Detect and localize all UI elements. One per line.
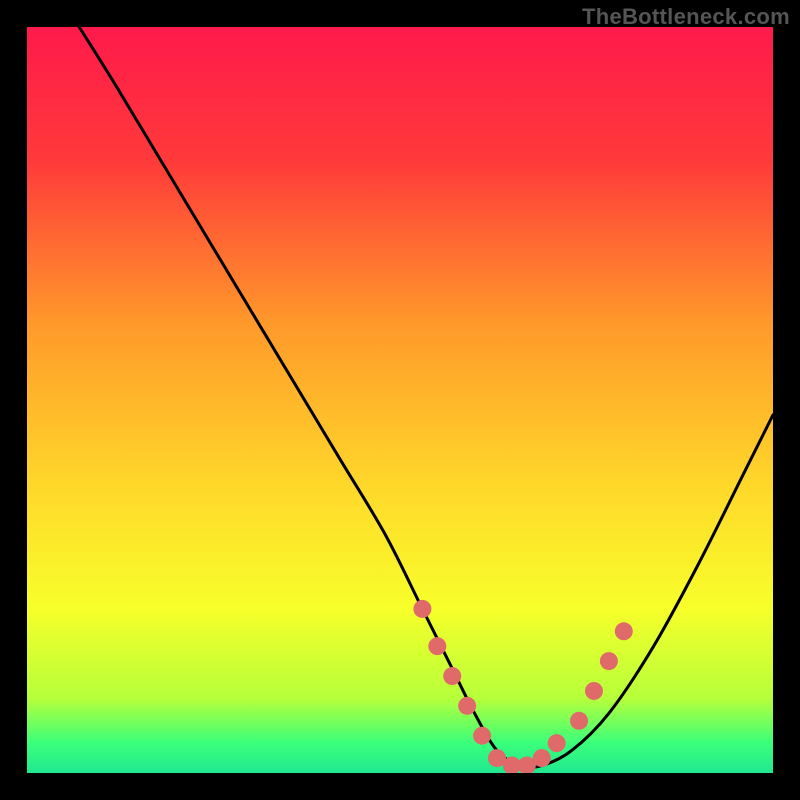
data-marker (443, 667, 461, 685)
data-marker (458, 697, 476, 715)
gradient-background (27, 27, 773, 773)
bottleneck-chart (27, 27, 773, 773)
data-marker (533, 749, 551, 767)
data-marker (570, 712, 588, 730)
data-marker (615, 622, 633, 640)
data-marker (585, 682, 603, 700)
data-marker (473, 727, 491, 745)
chart-frame (27, 27, 773, 773)
data-marker (600, 652, 618, 670)
watermark-text: TheBottleneck.com (582, 4, 790, 30)
data-marker (548, 734, 566, 752)
data-marker (413, 600, 431, 618)
data-marker (428, 637, 446, 655)
